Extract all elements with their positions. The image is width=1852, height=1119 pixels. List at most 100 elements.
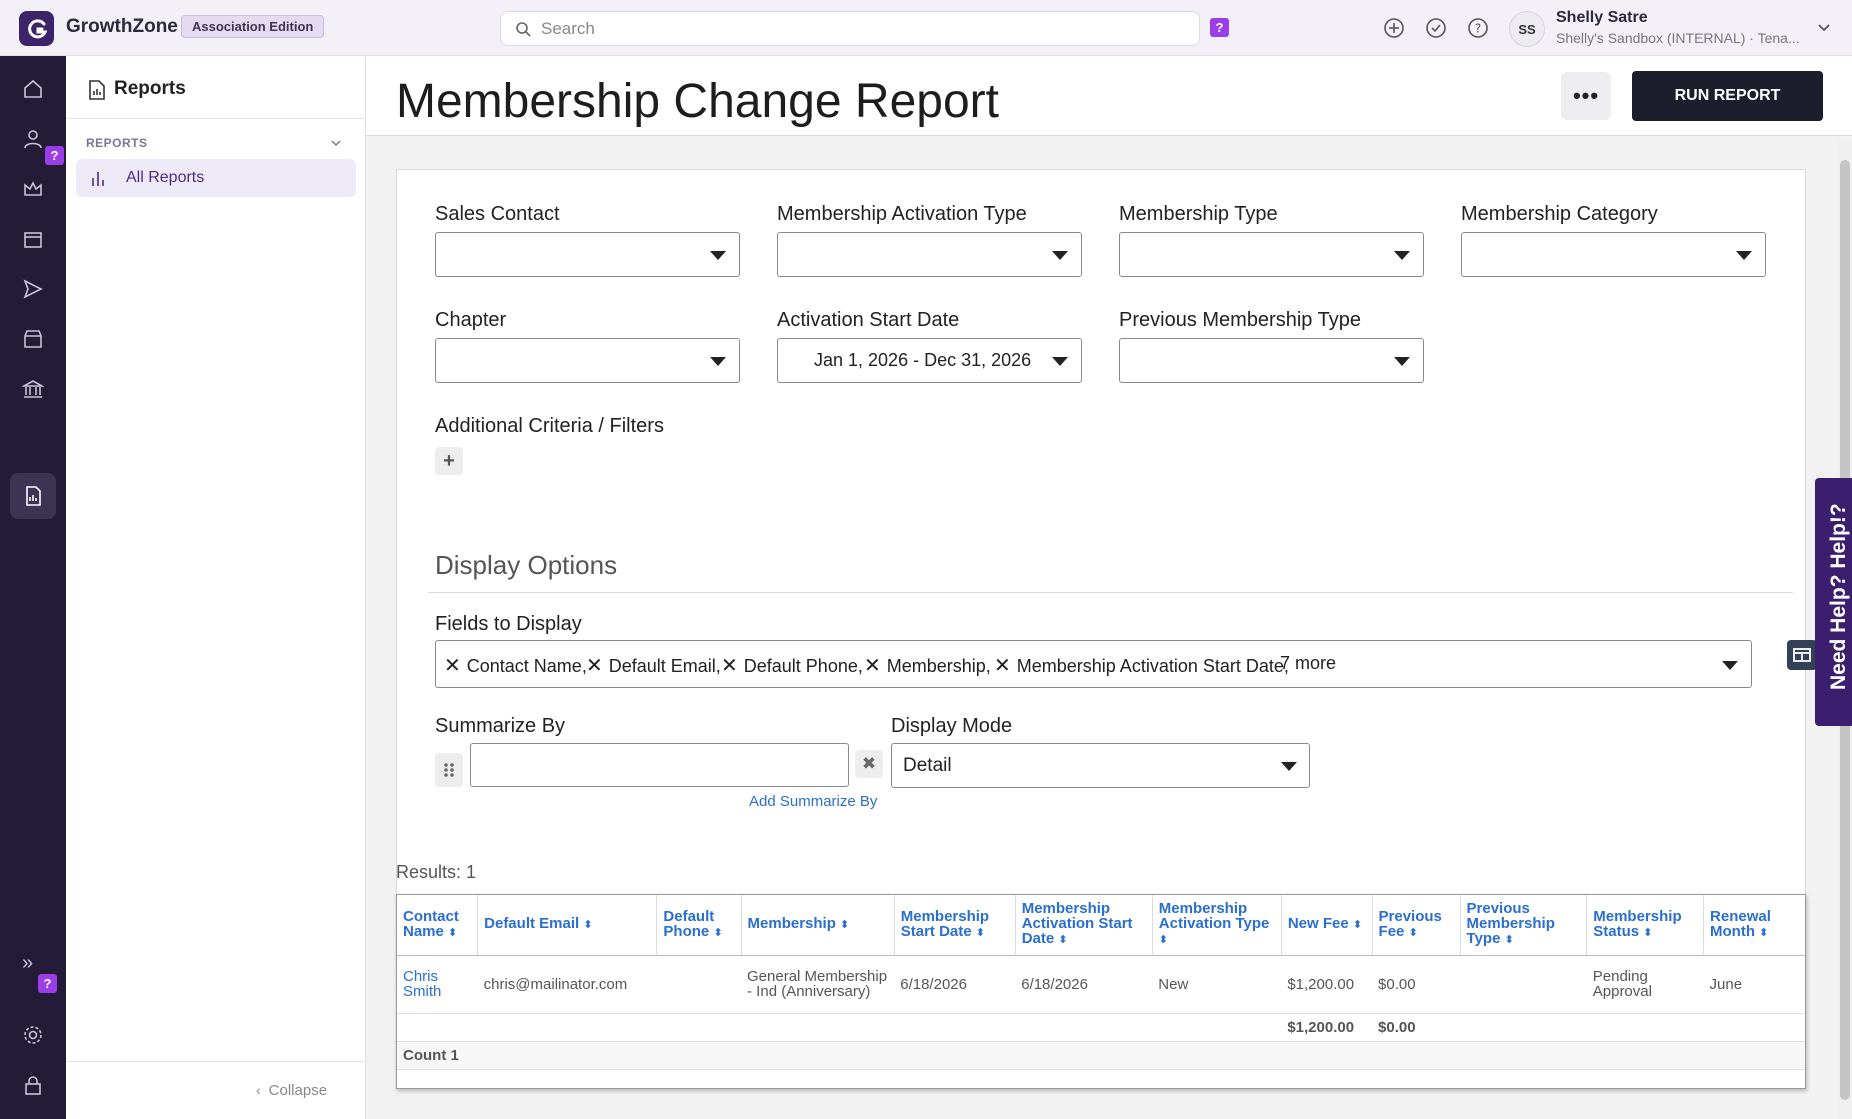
avatar[interactable]: SS xyxy=(1509,11,1545,47)
previous-fee-total: $0.00 xyxy=(1372,1013,1461,1042)
column-label: New Fee xyxy=(1287,915,1349,933)
left-rail: ? » ? xyxy=(0,56,66,1119)
column-header[interactable]: New Fee ⬍ xyxy=(1281,895,1373,956)
column-header[interactable]: Membership ⬍ xyxy=(741,895,895,956)
collapse-sidebar-button[interactable]: ‹ Collapse xyxy=(256,1082,327,1099)
sort-icon[interactable]: ⬍ xyxy=(1159,934,1168,946)
sort-icon[interactable]: ⬍ xyxy=(1505,934,1514,946)
sort-icon[interactable]: ⬍ xyxy=(713,927,722,939)
sort-icon[interactable]: ⬍ xyxy=(1409,927,1418,939)
remove-chip-icon[interactable]: ✕ xyxy=(994,655,1011,677)
more-options-button[interactable]: ••• xyxy=(1561,72,1611,120)
bar-chart-icon xyxy=(92,172,104,186)
search-input[interactable]: Search xyxy=(500,11,1200,46)
chevron-down-icon[interactable] xyxy=(1817,21,1831,35)
membership-type-select[interactable] xyxy=(1119,232,1424,277)
sort-icon[interactable]: ⬍ xyxy=(1058,934,1067,946)
sidebar-section-reports[interactable]: REPORTS xyxy=(86,136,148,150)
sort-icon[interactable]: ⬍ xyxy=(1643,927,1652,939)
field-chip[interactable]: ✕ Default Phone, xyxy=(721,653,863,678)
column-header[interactable]: Membership Start Date ⬍ xyxy=(894,895,1016,956)
home-icon[interactable] xyxy=(22,78,44,100)
sort-icon[interactable]: ⬍ xyxy=(976,927,985,939)
clear-summarize-button[interactable]: ✖ xyxy=(855,750,883,778)
field-chip[interactable]: ✕ Contact Name, xyxy=(444,653,587,678)
store-icon[interactable] xyxy=(22,328,44,350)
table-cell: New xyxy=(1152,955,1282,1014)
activation-type-label: Membership Activation Type xyxy=(777,203,1027,225)
previous-membership-type-select[interactable] xyxy=(1119,338,1424,383)
column-label: Membership Activation Start Date xyxy=(1021,900,1133,948)
field-chip[interactable]: ✕ Membership, xyxy=(864,653,991,678)
add-criteria-button[interactable]: + xyxy=(435,447,463,475)
column-chooser-button[interactable] xyxy=(1787,640,1817,670)
search-icon xyxy=(516,21,531,37)
check-circle-icon[interactable] xyxy=(1425,17,1447,39)
need-help-label[interactable]: Need Help? Help!? xyxy=(1827,503,1851,690)
help-circle-icon[interactable]: ? xyxy=(1467,17,1489,39)
chevron-down-icon[interactable] xyxy=(330,137,342,149)
remove-chip-icon[interactable]: ✕ xyxy=(444,655,461,677)
sort-icon[interactable]: ⬍ xyxy=(1353,919,1362,931)
sort-icon[interactable]: ⬍ xyxy=(1759,927,1768,939)
calendar-icon[interactable] xyxy=(22,228,44,250)
column-header[interactable]: Renewal Month ⬍ xyxy=(1703,895,1805,956)
send-icon[interactable] xyxy=(22,278,44,300)
column-header[interactable]: Default Email ⬍ xyxy=(477,895,658,956)
expand-rail-icon[interactable]: » xyxy=(22,952,33,975)
rail-help-badge[interactable]: ? xyxy=(45,146,64,165)
search-placeholder: Search xyxy=(541,18,595,38)
user-tenant[interactable]: Shelly's Sandbox (INTERNAL) · Tena... xyxy=(1556,30,1800,46)
table-cell: Pending Approval xyxy=(1586,955,1704,1014)
sales-contact-select[interactable] xyxy=(435,232,740,277)
crown-icon[interactable] xyxy=(22,178,44,200)
add-circle-icon[interactable] xyxy=(1383,17,1405,39)
remove-chip-icon[interactable]: ✕ xyxy=(721,655,738,677)
summarize-by-input[interactable] xyxy=(470,743,849,787)
column-header[interactable]: Membership Status ⬍ xyxy=(1586,895,1705,956)
membership-type-label: Membership Type xyxy=(1119,203,1278,225)
svg-text:?: ? xyxy=(1475,22,1481,36)
display-mode-select[interactable]: Detail xyxy=(891,743,1310,788)
column-header[interactable]: Membership Activation Start Date ⬍ xyxy=(1015,895,1153,956)
lock-icon[interactable] xyxy=(22,1074,44,1096)
column-header[interactable]: Default Phone ⬍ xyxy=(656,895,742,956)
column-header[interactable]: Previous Fee ⬍ xyxy=(1372,895,1461,956)
settings-gear-icon[interactable] xyxy=(22,1024,44,1046)
drag-handle-icon[interactable] xyxy=(435,753,463,787)
column-header[interactable]: Previous Membership Type ⬍ xyxy=(1460,895,1588,956)
table-cell xyxy=(656,955,742,1014)
contact-name-link[interactable]: Chris Smith xyxy=(397,955,478,1014)
sort-icon[interactable]: ⬍ xyxy=(583,919,592,931)
sidebar-item-all-reports[interactable]: All Reports xyxy=(76,159,356,197)
activation-start-date-picker[interactable]: Jan 1, 2026 - Dec 31, 2026 xyxy=(777,338,1082,383)
sort-icon[interactable]: ⬍ xyxy=(840,919,849,931)
column-header[interactable]: Contact Name ⬍ xyxy=(397,895,479,956)
reports-icon[interactable] xyxy=(22,485,44,507)
bank-icon[interactable] xyxy=(22,378,44,400)
remove-chip-icon[interactable]: ✕ xyxy=(586,655,603,677)
growthzone-logo-icon[interactable] xyxy=(19,11,54,46)
activation-type-select[interactable] xyxy=(777,232,1082,277)
chapter-select[interactable] xyxy=(435,338,740,383)
run-report-button[interactable]: RUN REPORT xyxy=(1632,71,1823,121)
rail-help-badge-2[interactable]: ? xyxy=(38,974,57,993)
field-chip[interactable]: ✕ Default Email, xyxy=(586,653,721,678)
edition-badge: Association Edition xyxy=(181,15,325,38)
caret-down-icon xyxy=(1722,661,1738,670)
membership-category-select[interactable] xyxy=(1461,232,1766,277)
user-name[interactable]: Shelly Satre xyxy=(1556,9,1648,27)
sort-icon[interactable]: ⬍ xyxy=(448,927,457,939)
contacts-icon[interactable] xyxy=(22,128,44,150)
display-mode-label: Display Mode xyxy=(891,715,1013,737)
more-fields-count[interactable]: 7 more xyxy=(1280,653,1336,674)
column-label: Membership Activation Type xyxy=(1158,900,1270,933)
search-help-badge[interactable]: ? xyxy=(1210,18,1229,37)
new-fee-total: $1,200.00 xyxy=(1281,1013,1373,1042)
add-summarize-by-link[interactable]: Add Summarize By xyxy=(749,793,877,810)
column-header[interactable]: Membership Activation Type ⬍ xyxy=(1152,895,1282,956)
remove-chip-icon[interactable]: ✕ xyxy=(864,655,881,677)
fields-to-display-select[interactable]: ✕ Contact Name, ✕ Default Email, ✕ Default … xyxy=(435,640,1752,688)
field-chip[interactable]: ✕ Membership Activation Start Date, xyxy=(994,653,1289,678)
main-content: Membership Change Report ••• RUN REPORT … xyxy=(366,56,1852,1119)
